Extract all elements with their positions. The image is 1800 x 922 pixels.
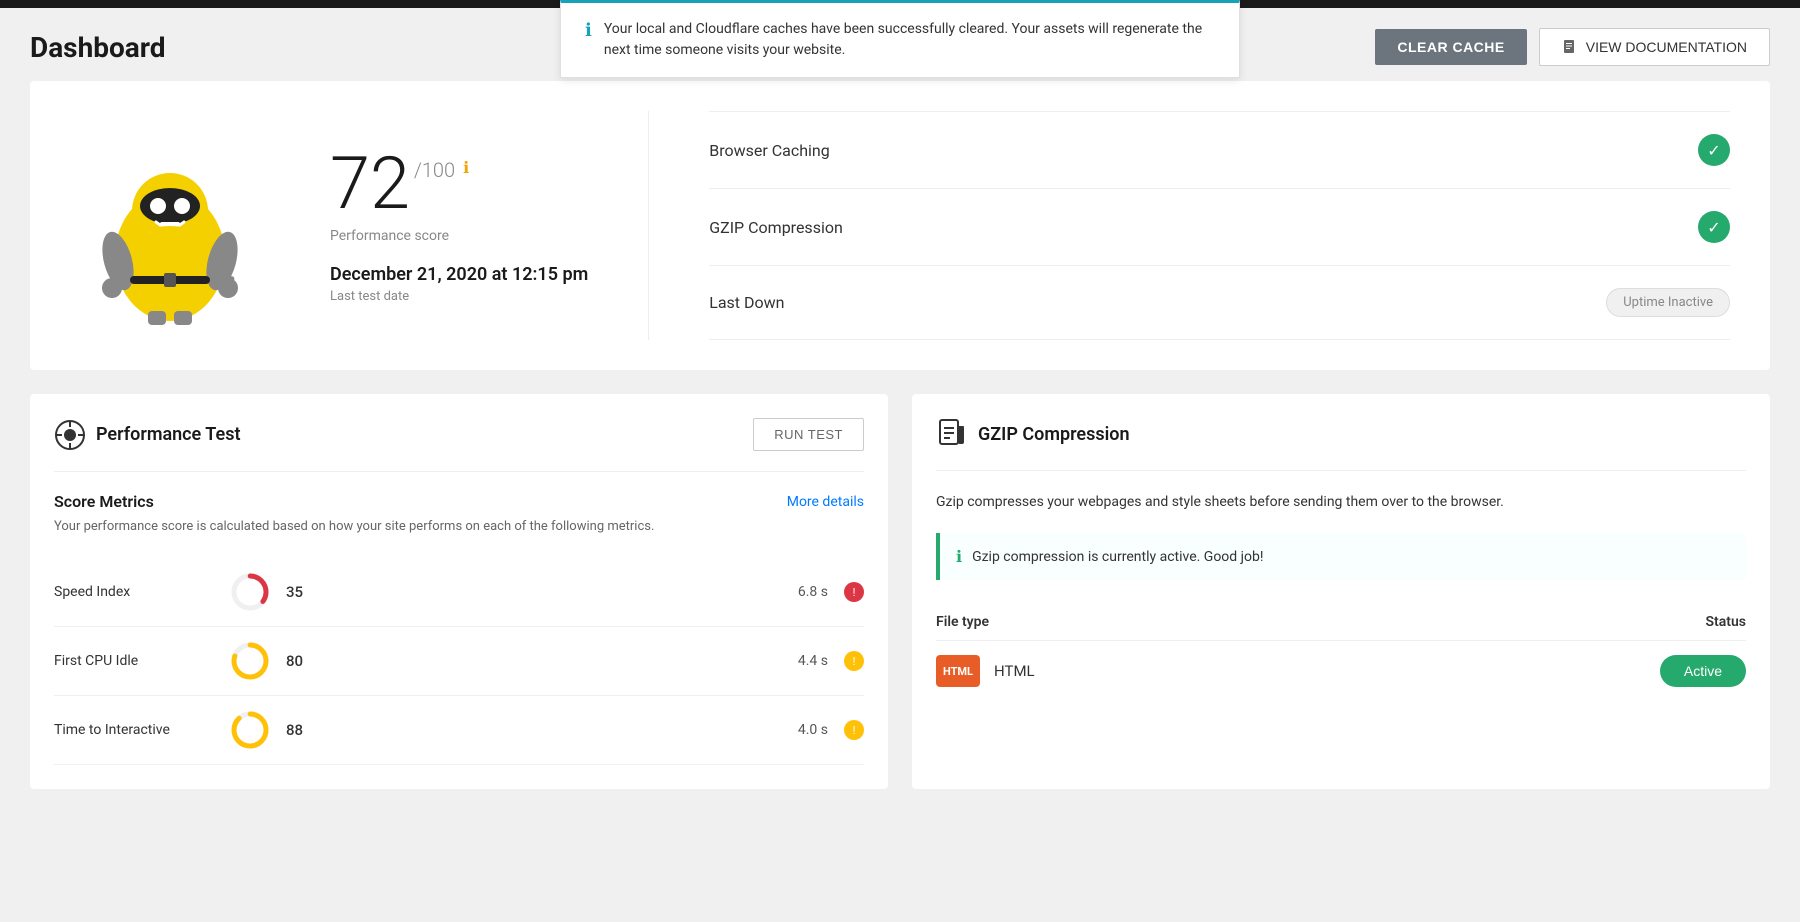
- score-value: 72: [330, 148, 410, 220]
- time-to-interactive-label: Time to Interactive: [54, 722, 214, 738]
- metric-speed-index: Speed Index 35 6.8 s !: [54, 558, 864, 627]
- browser-caching-label: Browser Caching: [709, 141, 830, 160]
- score-info-icon: ℹ: [463, 160, 469, 176]
- notification-text: Your local and Cloudflare caches have be…: [604, 19, 1215, 61]
- first-cpu-idle-time: 4.4 s: [798, 653, 828, 669]
- score-label: Performance score: [330, 228, 588, 244]
- time-to-interactive-time: 4.0 s: [798, 722, 828, 738]
- page-title: Dashboard: [30, 31, 166, 64]
- status-item-gzip: GZIP Compression ✓: [709, 189, 1730, 266]
- file-table-header: File type Status: [936, 604, 1746, 641]
- metrics-header: Score Metrics More details: [54, 492, 864, 511]
- first-cpu-idle-status: !: [844, 651, 864, 671]
- metrics-desc: Your performance score is calculated bas…: [54, 519, 864, 534]
- gzip-panel-header: GZIP Compression: [936, 418, 1746, 471]
- bottom-grid: Performance Test RUN TEST Score Metrics …: [30, 394, 1770, 789]
- first-cpu-idle-donut: [230, 641, 270, 681]
- gzip-panel: GZIP Compression Gzip compresses your we…: [912, 394, 1770, 789]
- speed-index-score: 35: [286, 583, 326, 601]
- performance-title: Performance Test: [96, 424, 241, 445]
- html-badge: HTML: [936, 655, 980, 687]
- metrics-title: Score Metrics: [54, 492, 154, 511]
- gzip-title-group: GZIP Compression: [936, 418, 1130, 450]
- speed-index-label: Speed Index: [54, 584, 214, 600]
- gzip-title: GZIP Compression: [978, 424, 1130, 445]
- uptime-inactive-badge: Uptime Inactive: [1606, 288, 1730, 317]
- file-type-col-header: File type: [936, 614, 989, 630]
- file-row-html: HTML HTML Active: [936, 641, 1746, 701]
- score-denominator: /100: [414, 160, 455, 180]
- gzip-check: ✓: [1698, 211, 1730, 243]
- score-display: 72 /100 ℹ: [330, 148, 588, 220]
- score-date: December 21, 2020 at 12:15 pm: [330, 264, 588, 285]
- gzip-alert: ℹ Gzip compression is currently active. …: [936, 533, 1746, 580]
- status-item-last-down: Last Down Uptime Inactive: [709, 266, 1730, 340]
- time-to-interactive-status: !: [844, 720, 864, 740]
- run-test-button[interactable]: RUN TEST: [753, 418, 864, 451]
- status-col-header: Status: [1706, 614, 1746, 630]
- gzip-alert-icon: ℹ: [956, 547, 962, 566]
- score-card: 72 /100 ℹ Performance score December 21,…: [30, 81, 1770, 370]
- mascot-illustration: [70, 126, 270, 326]
- document-icon: [1562, 39, 1578, 55]
- gzip-label: GZIP Compression: [709, 218, 843, 237]
- html-active-button[interactable]: Active: [1660, 655, 1746, 687]
- speed-index-status: !: [844, 582, 864, 602]
- gzip-description: Gzip compresses your webpages and style …: [936, 471, 1746, 533]
- browser-caching-check: ✓: [1698, 134, 1730, 166]
- file-row-left: HTML HTML: [936, 655, 1035, 687]
- speed-index-donut: [230, 572, 270, 612]
- first-cpu-idle-score: 80: [286, 652, 326, 670]
- status-item-browser-caching: Browser Caching ✓: [709, 111, 1730, 189]
- speed-index-time: 6.8 s: [798, 584, 828, 600]
- performance-panel-header: Performance Test RUN TEST: [54, 418, 864, 472]
- mascot: [70, 126, 270, 326]
- gzip-alert-text: Gzip compression is currently active. Go…: [972, 549, 1263, 565]
- time-to-interactive-donut: [230, 710, 270, 750]
- main-content: 72 /100 ℹ Performance score December 21,…: [0, 81, 1800, 819]
- gzip-icon: [936, 418, 968, 450]
- notification-banner: ℹ Your local and Cloudflare caches have …: [560, 0, 1240, 78]
- time-to-interactive-score: 88: [286, 721, 326, 739]
- first-cpu-idle-label: First CPU Idle: [54, 653, 214, 669]
- more-details-link[interactable]: More details: [787, 494, 864, 510]
- score-info: 72 /100 ℹ Performance score December 21,…: [330, 148, 588, 304]
- panel-title-group: Performance Test: [54, 419, 241, 451]
- header-actions: CLEAR CACHE VIEW DOCUMENTATION: [1375, 28, 1770, 66]
- metrics-section: Score Metrics More details Your performa…: [54, 472, 864, 765]
- score-date-label: Last test date: [330, 289, 588, 304]
- performance-icon: [54, 419, 86, 451]
- last-down-label: Last Down: [709, 293, 784, 312]
- performance-panel: Performance Test RUN TEST Score Metrics …: [30, 394, 888, 789]
- view-docs-button[interactable]: VIEW DOCUMENTATION: [1539, 28, 1770, 66]
- metric-first-cpu-idle: First CPU Idle 80 4.4 s !: [54, 627, 864, 696]
- status-items: Browser Caching ✓ GZIP Compression ✓ Las…: [648, 111, 1730, 340]
- info-icon: ℹ: [585, 20, 592, 41]
- clear-cache-button[interactable]: CLEAR CACHE: [1375, 29, 1526, 65]
- metric-time-to-interactive: Time to Interactive 88 4.0 s !: [54, 696, 864, 765]
- html-file-type: HTML: [994, 662, 1035, 680]
